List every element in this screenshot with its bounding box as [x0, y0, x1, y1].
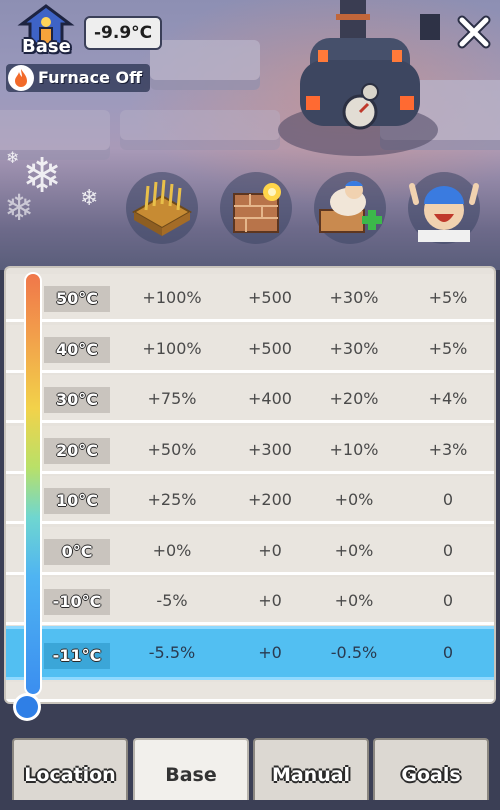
effect-value-cell: -5.5%: [148, 642, 196, 662]
effect-value-cell: +5%: [428, 288, 468, 307]
table-row: 50°C +100% +500 +30% +5%: [6, 274, 494, 322]
effect-value-cell: +100%: [142, 288, 202, 307]
effect-value-cell: +0%: [334, 490, 374, 509]
snowflake-icon: ❄: [6, 148, 20, 167]
current-temperature-row: -11°C -5.5% +0 -0.5% 0: [6, 625, 494, 680]
furnace-status-text: Furnace Off: [38, 68, 143, 87]
furnace-building: [278, 0, 440, 156]
close-icon: [457, 15, 491, 49]
temperature-level-label: 20°C: [44, 437, 110, 464]
snowflake-icon: ❄: [4, 188, 35, 229]
effect-value-cell: +10%: [329, 439, 379, 459]
effect-value-cell: +0%: [334, 591, 374, 610]
effect-value-cell: 0: [442, 490, 454, 509]
effect-value-cell: -5%: [156, 591, 188, 610]
base-label: Base: [22, 36, 71, 57]
effect-value-cell: +5%: [428, 338, 468, 358]
effect-value-cell: +30%: [329, 288, 379, 307]
cheering-worker-icon: [409, 183, 479, 242]
tab-location[interactable]: Location: [12, 738, 128, 800]
fire-icon: [8, 65, 34, 91]
table-row: 20°C +50% +300 +10% +3%: [6, 425, 494, 474]
tab-manual[interactable]: Manual: [253, 738, 369, 800]
effect-value-cell: +20%: [329, 389, 379, 408]
thermometer-scale: [26, 274, 40, 694]
temperature-effects-table[interactable]: 50°C +100% +500 +30% +5% 40°C +100% +500 +30% +5%…: [6, 268, 494, 702]
snow-block: [150, 40, 260, 90]
tab-goals[interactable]: Goals: [373, 738, 489, 800]
happiness-column-icon: [408, 172, 480, 244]
effect-value-cell: +30%: [329, 338, 379, 358]
furnace-status-badge: Furnace Off: [6, 64, 151, 92]
effect-value-cell: +100%: [142, 338, 202, 358]
temperature-level-label: 40°C: [44, 336, 110, 363]
tab-base[interactable]: Base: [133, 738, 249, 800]
table-row: 0°C +0% +0 +0% 0: [6, 526, 494, 575]
snowflake-icon: ❄: [80, 186, 99, 211]
sick-worker-heal-icon: [319, 180, 382, 233]
effect-value-cell: 0: [442, 642, 454, 662]
wheat-crate-icon: [131, 179, 193, 236]
table-row: -10°C -5% +0 +0% 0: [6, 577, 494, 625]
effect-value-cell: -0.5%: [330, 642, 378, 662]
effect-value-cell: +0%: [334, 540, 374, 560]
food-production-column-icon: [126, 172, 198, 244]
table-row: 30°C +75% +400 +20% +4%: [6, 375, 494, 423]
healing-column-icon: [314, 172, 386, 244]
bottom-tab-bar: Location Base Manual Goals: [0, 738, 500, 800]
effect-value-cell: +3%: [428, 439, 468, 459]
temperature-level-label: 30°C: [44, 387, 110, 413]
snow-block: [120, 110, 280, 150]
effect-value-cell: 0: [442, 591, 454, 610]
table-row: 40°C +100% +500 +30% +5%: [6, 324, 494, 373]
effect-value-cell: 0: [442, 540, 454, 560]
effect-value-cell: +4%: [428, 389, 468, 408]
temperature-level-label: 10°C: [44, 488, 110, 514]
temperature-level-label: -11°C: [44, 642, 110, 669]
thermometer-bulb: [16, 696, 38, 718]
current-temperature: -9.9°C: [84, 16, 163, 50]
close-button[interactable]: [456, 14, 492, 50]
exploding-wall-icon: [233, 183, 281, 233]
build-speed-column-icon: [220, 172, 292, 244]
temperature-level-label: -10°C: [44, 589, 110, 615]
effect-value-cell: +0%: [152, 540, 192, 560]
effect-value-cell: +50%: [147, 439, 197, 459]
temperature-level-label: 0°C: [44, 538, 110, 565]
table-row: 10°C +25% +200 +0% 0: [6, 476, 494, 524]
effect-value-cell: +75%: [147, 389, 197, 408]
temperature-level-label: 50°C: [44, 286, 110, 312]
effect-value-cell: +25%: [147, 490, 197, 509]
table-row-partial: [6, 682, 494, 702]
